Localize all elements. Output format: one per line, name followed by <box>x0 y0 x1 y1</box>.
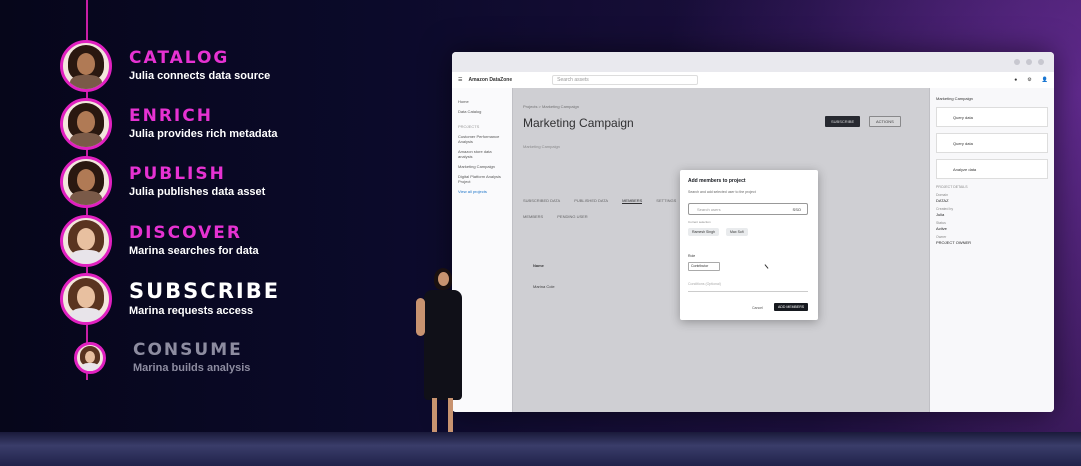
window-dot-icon <box>1038 59 1044 65</box>
avatar-julia <box>60 98 112 150</box>
user-search-input[interactable]: Search users SSO <box>688 203 808 215</box>
step-title: CATALOG <box>129 48 230 68</box>
avatar-marina <box>60 215 112 267</box>
avatar-julia <box>60 156 112 208</box>
nav-item-project[interactable]: Amazon store data analysis <box>458 149 506 159</box>
field-label: PROJECT DETAILS <box>936 185 968 189</box>
avatar-julia <box>60 40 112 92</box>
top-nav: ☰ Amazon DataZone Search assets ● ⚙ 👤 <box>452 72 1054 89</box>
window-dot-icon <box>1014 59 1020 65</box>
field-label: Owner <box>936 235 947 239</box>
query-data-card[interactable]: Query data <box>936 107 1048 127</box>
nav-item-project[interactable]: Customer Performance Analysis <box>458 134 506 144</box>
search-placeholder: Search users <box>697 207 721 212</box>
field-value: DATAZ <box>936 198 949 203</box>
modal-description: Search and add selected user to the proj… <box>688 190 756 194</box>
field-label: Status <box>936 221 946 225</box>
step-enrich: ENRICH Julia provides rich metadata <box>60 98 278 150</box>
step-catalog: CATALOG Julia connects data source <box>60 40 270 92</box>
menu-icon[interactable]: ☰ <box>458 77 462 83</box>
step-description: Julia provides rich metadata <box>129 128 278 140</box>
field-label: Domain <box>936 193 949 197</box>
conditions-field[interactable]: Conditions (Optional) <box>688 282 808 292</box>
field-value: Julia <box>936 212 945 217</box>
user-chip[interactable]: Max Sofi <box>726 228 748 236</box>
role-select[interactable]: Contributor <box>688 262 720 271</box>
window-chrome <box>452 52 1054 72</box>
add-members-modal: Add members to project Search and add se… <box>680 170 818 320</box>
analyze-data-card[interactable]: Analyze data <box>936 159 1048 179</box>
right-panel-title: Marketing Campaign <box>936 96 973 101</box>
role-label: Role <box>688 254 696 258</box>
brand-name: Amazon DataZone <box>468 77 513 83</box>
chips-label: Current selection <box>688 220 711 224</box>
bell-icon[interactable]: ● <box>1014 77 1017 83</box>
nav-item-catalog[interactable]: Data Catalog <box>458 109 506 114</box>
nav-item-project[interactable]: Marketing Campaign <box>458 164 506 169</box>
step-title: CONSUME <box>133 340 243 360</box>
cancel-button[interactable]: Cancel <box>752 306 763 310</box>
field-value: PROJECT OWNER <box>936 240 972 245</box>
step-subscribe: SUBSCRIBE Marina requests access <box>60 273 280 325</box>
nav-item-project[interactable]: Digital Platform Analysis Project <box>458 174 506 184</box>
step-title: DISCOVER <box>129 223 243 243</box>
right-panel: Marketing Campaign Query data Query data… <box>929 88 1054 412</box>
step-description: Marina requests access <box>129 305 254 317</box>
search-input[interactable]: Search assets <box>552 75 699 85</box>
step-title: ENRICH <box>129 106 213 126</box>
avatar-marina <box>74 342 106 374</box>
nav-heading-projects: PROJECTS <box>458 124 480 129</box>
step-publish: PUBLISH Julia publishes data asset <box>60 156 265 208</box>
projected-screen: ☰ Amazon DataZone Search assets ● ⚙ 👤 Ho… <box>452 52 1054 412</box>
user-chip[interactable]: Ramesh Singh <box>688 228 719 236</box>
user-icon[interactable]: 👤 <box>1042 77 1048 83</box>
step-description: Marina searches for data <box>129 245 259 257</box>
step-title: SUBSCRIBE <box>129 279 281 303</box>
scope-dropdown[interactable]: SSO <box>793 204 801 216</box>
step-consume: CONSUME Marina builds analysis <box>74 340 250 376</box>
presenter <box>414 268 474 458</box>
settings-icon[interactable]: ⚙ <box>1027 77 1031 83</box>
step-description: Julia connects data source <box>129 70 271 82</box>
step-description: Julia publishes data asset <box>129 186 266 198</box>
step-title: PUBLISH <box>129 164 226 184</box>
window-dot-icon <box>1026 59 1032 65</box>
avatar-marina <box>60 273 112 325</box>
step-discover: DISCOVER Marina searches for data <box>60 215 259 267</box>
query-data-card[interactable]: Query data <box>936 133 1048 153</box>
field-value: Active <box>936 226 947 231</box>
nav-item-home[interactable]: Home <box>458 99 506 104</box>
step-description: Marina builds analysis <box>133 362 251 374</box>
stage-floor <box>0 432 1081 466</box>
add-members-button[interactable]: ADD MEMBERS <box>774 303 809 311</box>
modal-title: Add members to project <box>688 178 746 184</box>
nav-link-all-projects[interactable]: View all projects <box>458 189 506 194</box>
field-label: Created by <box>936 207 954 211</box>
